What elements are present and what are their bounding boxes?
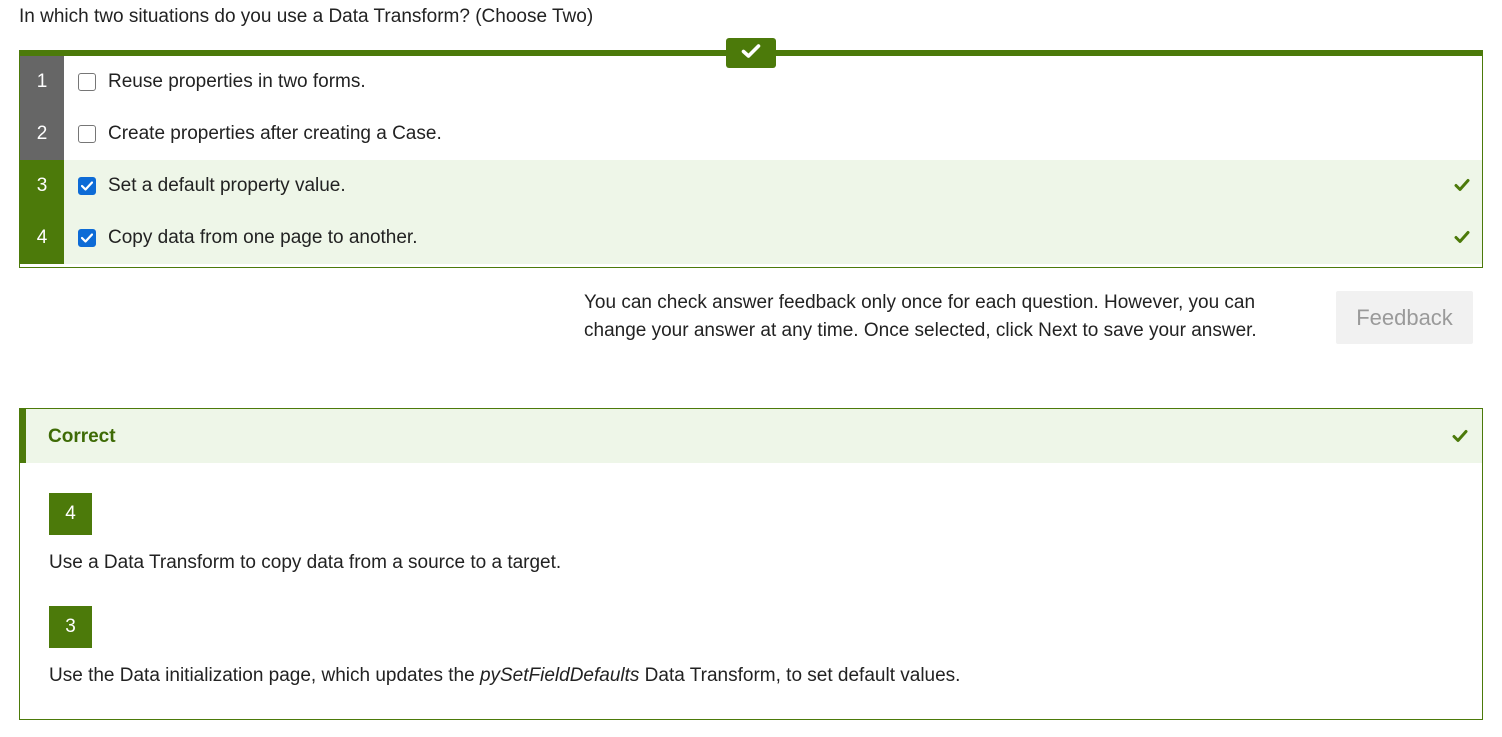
question-text: In which two situations do you use a Dat… [19,6,594,27]
option-checkbox[interactable] [78,73,96,91]
option-row-4[interactable]: 4 Copy data from one page to another. [20,212,1482,264]
option-label[interactable]: Copy data from one page to another. [108,227,418,249]
result-title: Correct [48,426,116,447]
result-header[interactable]: Correct [20,409,1482,463]
check-icon [741,43,761,64]
option-number: 1 [20,56,64,108]
answer-explanation: Use a Data Transform to copy data from a… [49,552,562,573]
option-checkbox[interactable] [78,125,96,143]
result-panel: Correct 4 Use a Data Transform to copy d… [19,408,1483,720]
check-icon [1454,178,1470,192]
options-list: 1 Reuse properties in two forms. 2 Creat… [19,50,1483,268]
option-number: 4 [20,212,64,264]
answer-explanation: Use the Data initialization page, which … [49,665,961,686]
option-row-2[interactable]: 2 Create properties after creating a Cas… [20,108,1482,160]
option-label[interactable]: Set a default property value. [108,175,346,197]
option-label[interactable]: Reuse properties in two forms. [108,71,366,93]
option-row-3[interactable]: 3 Set a default property value. [20,160,1482,212]
option-label[interactable]: Create properties after creating a Case. [108,123,442,145]
answer-badge: 4 [49,493,92,535]
option-checkbox[interactable] [78,229,96,247]
check-icon [1454,230,1470,244]
option-number: 2 [20,108,64,160]
option-number: 3 [20,160,64,212]
result-check-badge [726,38,776,68]
answer-badge: 3 [49,606,92,648]
feedback-note: You can check answer feedback only once … [584,292,1257,341]
check-icon [1452,429,1468,443]
feedback-button[interactable]: Feedback [1336,291,1473,344]
option-checkbox[interactable] [78,177,96,195]
